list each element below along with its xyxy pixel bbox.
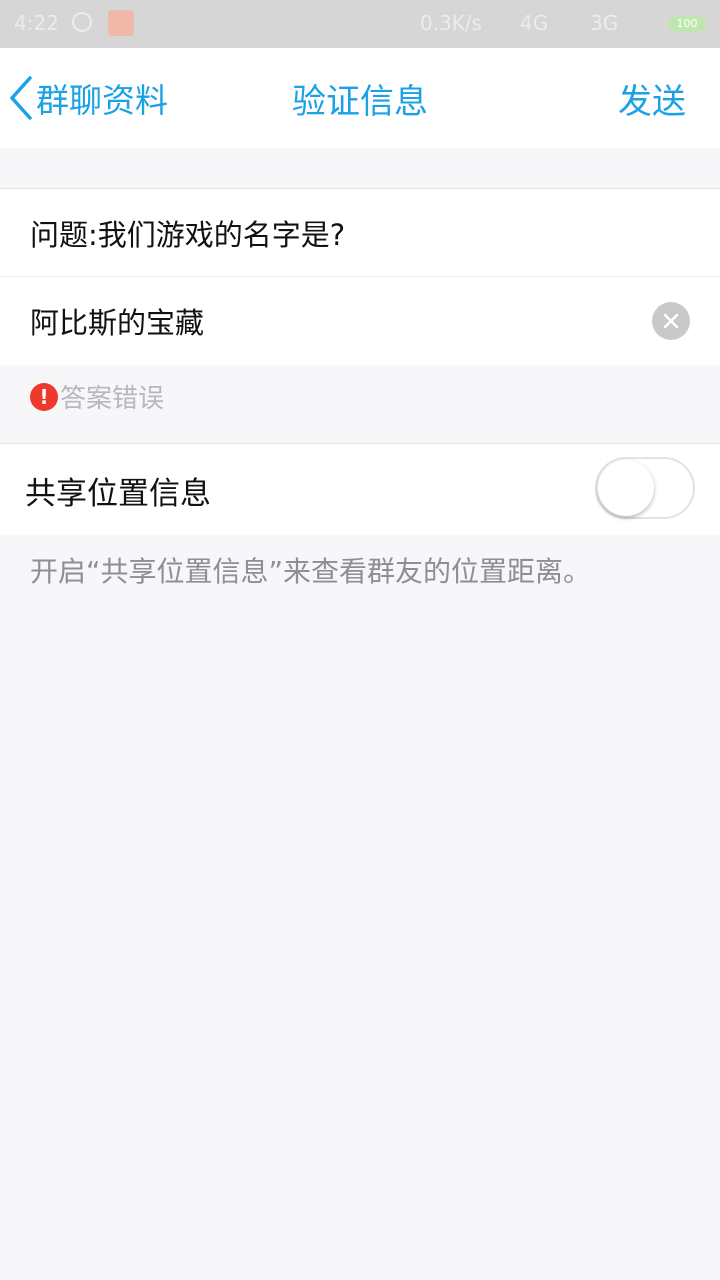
answer-input-value[interactable]: 阿比斯的宝藏 (30, 300, 204, 342)
signal-3g: 3G (590, 11, 619, 35)
answer-field[interactable]: 阿比斯的宝藏 (0, 277, 720, 365)
toggle-knob (598, 460, 654, 516)
status-bar: 4:22 0.3K/s 4G 3G 100 (0, 0, 720, 48)
network-speed: 0.3K/s (420, 11, 483, 35)
location-share-label: 共享位置信息 (25, 476, 211, 512)
question-text: 问题:我们游戏的名字是? (30, 217, 346, 252)
status-time: 4:22 (14, 11, 59, 35)
app-notification-icon (108, 10, 134, 36)
error-text: 答案错误 (60, 384, 165, 414)
question-row: 问题:我们游戏的名字是? (0, 189, 720, 277)
alarm-icon (72, 12, 92, 32)
location-share-row: 共享位置信息 (0, 443, 720, 535)
location-hint: 开启“共享位置信息”来查看群友的位置距离。 (30, 555, 592, 588)
close-icon (663, 313, 679, 329)
send-button[interactable]: 发送 (618, 74, 686, 123)
error-icon: ! (30, 382, 58, 411)
clear-button[interactable] (652, 302, 690, 340)
signal-4g: 4G (520, 11, 549, 35)
page-title: 验证信息 (292, 82, 428, 122)
verification-form: 问题:我们游戏的名字是? 阿比斯的宝藏 (0, 188, 720, 365)
battery-icon: 100 (668, 16, 706, 32)
error-message: ! 答案错误 (30, 378, 164, 415)
nav-bar: 群聊资料 验证信息 发送 (0, 48, 720, 148)
location-share-toggle[interactable] (595, 457, 695, 519)
